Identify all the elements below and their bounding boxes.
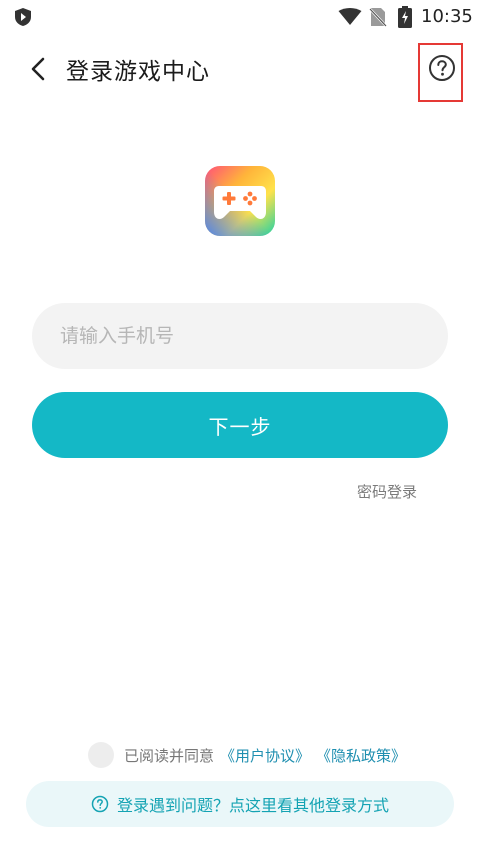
- phone-number-input[interactable]: [32, 303, 448, 369]
- privacy-policy-link[interactable]: 《隐私政策》: [316, 745, 406, 766]
- login-help-label: 登录遇到问题？点这里看其他登录方式: [116, 796, 389, 815]
- wifi-icon: [338, 8, 362, 30]
- header: 登录游戏中心: [0, 40, 480, 96]
- battery-charging-icon: [398, 6, 412, 32]
- status-bar: 10:35: [0, 0, 480, 34]
- status-time: 10:35: [421, 6, 473, 27]
- help-highlight-frame: [418, 43, 463, 102]
- gamepad-icon: [205, 166, 275, 236]
- chevron-left-icon: [31, 57, 45, 81]
- next-step-button[interactable]: 下一步: [32, 392, 448, 458]
- user-agreement-link[interactable]: 《用户协议》: [220, 745, 310, 766]
- back-button[interactable]: [24, 54, 54, 84]
- no-sim-icon: [369, 7, 387, 31]
- page-title: 登录游戏中心: [66, 59, 210, 85]
- question-circle-icon: [91, 795, 109, 813]
- login-help-button[interactable]: 登录遇到问题？点这里看其他登录方式: [26, 781, 454, 827]
- shield-icon: [14, 7, 32, 31]
- password-login-link[interactable]: 密码登录: [357, 481, 417, 502]
- agreement-row: 已阅读并同意 《用户协议》 《隐私政策》: [88, 740, 406, 770]
- agreement-text: 已阅读并同意: [124, 746, 215, 765]
- agreement-checkbox[interactable]: [88, 742, 114, 768]
